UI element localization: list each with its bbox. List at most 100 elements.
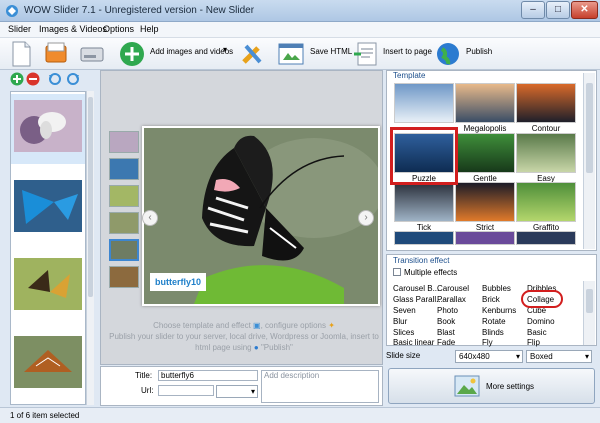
frame-thumb[interactable] — [109, 185, 139, 207]
template-row4[interactable] — [516, 231, 576, 245]
url-field[interactable] — [158, 385, 214, 396]
effect-item[interactable]: Carousel — [437, 284, 469, 293]
effect-item[interactable]: Book — [437, 317, 455, 326]
effects-group-title: Transition effect — [393, 256, 450, 265]
effect-item[interactable]: Fly — [482, 338, 493, 347]
tools-icon[interactable] — [238, 40, 268, 68]
window-title: WOW Slider 7.1 - Unregistered version - … — [24, 5, 255, 16]
template-strict[interactable]: Strict — [455, 182, 515, 232]
list-scrollbar[interactable] — [86, 91, 94, 405]
template-row4[interactable] — [394, 231, 454, 245]
save-html-icon[interactable] — [276, 40, 306, 68]
frame-thumb[interactable] — [109, 266, 139, 288]
effect-item[interactable]: Kenburns — [482, 306, 516, 315]
template-tick[interactable]: Tick — [394, 182, 454, 232]
scroll-thumb[interactable] — [586, 83, 593, 173]
item-properties: Title: butterfly6 Url: Add description — [100, 366, 383, 406]
maximize-button[interactable]: □ — [546, 1, 570, 19]
hint-using: html page using — [195, 343, 252, 352]
scroll-thumb[interactable] — [88, 97, 93, 297]
effect-item[interactable]: Slices — [393, 328, 414, 337]
list-item[interactable] — [11, 174, 85, 244]
effect-item[interactable]: Brick — [482, 295, 500, 304]
template-graffito[interactable]: Graffito — [516, 182, 576, 232]
effect-item[interactable]: Parallax — [437, 295, 466, 304]
effect-item[interactable]: Fade — [437, 338, 455, 347]
new-document-icon[interactable] — [8, 40, 34, 68]
template-row4[interactable] — [455, 231, 515, 245]
effects-scrollbar[interactable] — [583, 281, 595, 345]
scroll-thumb[interactable] — [586, 289, 593, 313]
slide-preview: butterfly10 ‹ › — [142, 126, 380, 306]
effect-item[interactable]: Bubbles — [482, 284, 511, 293]
effect-item[interactable]: Carousel B... — [393, 284, 439, 293]
multiple-effects-checkbox[interactable] — [393, 268, 401, 276]
save-drive-icon[interactable] — [78, 40, 106, 68]
effect-item[interactable]: Photo — [437, 306, 458, 315]
title-field[interactable]: butterfly6 — [158, 370, 258, 381]
menu-images-videos[interactable]: Images & Videos — [39, 24, 107, 34]
effect-item[interactable]: Blinds — [482, 328, 504, 337]
open-icon[interactable] — [42, 40, 70, 68]
rotate-right-icon[interactable] — [66, 72, 80, 86]
slide-caption: butterfly10 — [150, 273, 207, 291]
insert-page-label[interactable]: Insert to page — [383, 47, 432, 56]
chevron-down-icon[interactable]: ▾ — [223, 45, 227, 54]
description-field[interactable]: Add description — [261, 370, 379, 403]
publish-globe-icon[interactable] — [434, 40, 462, 68]
minimize-button[interactable]: – — [521, 1, 545, 19]
effect-item[interactable]: Blur — [393, 317, 407, 326]
frame-thumb[interactable] — [109, 239, 139, 261]
rotate-left-icon[interactable] — [48, 72, 62, 86]
close-button[interactable]: ✕ — [571, 1, 598, 19]
butterfly-thumbnail — [14, 180, 82, 232]
template-contour[interactable]: Contour — [516, 83, 576, 133]
add-images-icon[interactable] — [117, 40, 147, 68]
add-item-icon[interactable] — [10, 72, 24, 86]
hint-options: , configure options — [260, 321, 326, 330]
publish-label[interactable]: Publish — [466, 47, 492, 56]
effect-item[interactable]: Flip — [527, 338, 540, 347]
menu-slider[interactable]: Slider — [8, 24, 31, 34]
template-easy[interactable]: Easy — [516, 133, 576, 183]
slide-size-select[interactable]: 640x480 — [455, 350, 523, 363]
frame-thumb[interactable] — [109, 158, 139, 180]
template-megalopolis[interactable]: Megalopolis — [455, 83, 515, 133]
effect-item[interactable]: Blast — [437, 328, 455, 337]
insert-page-icon[interactable] — [352, 40, 380, 68]
add-images-label[interactable]: Add images and videos — [150, 47, 233, 56]
menu-help[interactable]: Help — [140, 24, 159, 34]
butterfly-thumbnail — [14, 258, 82, 310]
more-settings-button[interactable]: More settings — [388, 368, 595, 404]
prev-arrow-button[interactable]: ‹ — [142, 210, 158, 226]
url-target-select[interactable] — [216, 385, 258, 398]
next-arrow-button[interactable]: › — [358, 210, 374, 226]
hint-publish-word: "Publish" — [260, 343, 293, 352]
toolbar: Add images and videos ▾ Save HTML Insert… — [0, 38, 600, 70]
template-snow[interactable] — [394, 83, 454, 123]
template-scrollbar[interactable] — [583, 73, 595, 249]
effect-item[interactable]: Domino — [527, 317, 555, 326]
effect-item[interactable]: Rotate — [482, 317, 506, 326]
frame-thumb[interactable] — [109, 131, 139, 153]
butterfly-thumbnail — [14, 336, 82, 388]
effect-item[interactable]: Basic — [527, 328, 547, 337]
list-item[interactable] — [11, 94, 85, 164]
template-name: Megalopolis — [463, 124, 507, 133]
effect-item[interactable]: Seven — [393, 306, 416, 315]
title-label: Title: — [135, 371, 153, 380]
menu-bar: Slider Images & Videos Options Help — [0, 22, 600, 38]
effect-item[interactable]: Glass Parall... — [393, 295, 443, 304]
template-gentle[interactable]: Gentle — [455, 133, 515, 183]
template-thumbnail — [516, 182, 576, 222]
menu-options[interactable]: Options — [103, 24, 134, 34]
layout-mode-select[interactable]: Boxed — [526, 350, 592, 363]
frame-thumb[interactable] — [109, 212, 139, 234]
save-html-label[interactable]: Save HTML — [310, 47, 352, 56]
effect-item[interactable]: Basic linear — [393, 338, 434, 347]
image-list — [10, 91, 86, 405]
selection-highlight — [521, 290, 563, 308]
remove-item-icon[interactable] — [26, 72, 40, 86]
list-item[interactable] — [11, 330, 85, 400]
list-item[interactable] — [11, 252, 85, 322]
